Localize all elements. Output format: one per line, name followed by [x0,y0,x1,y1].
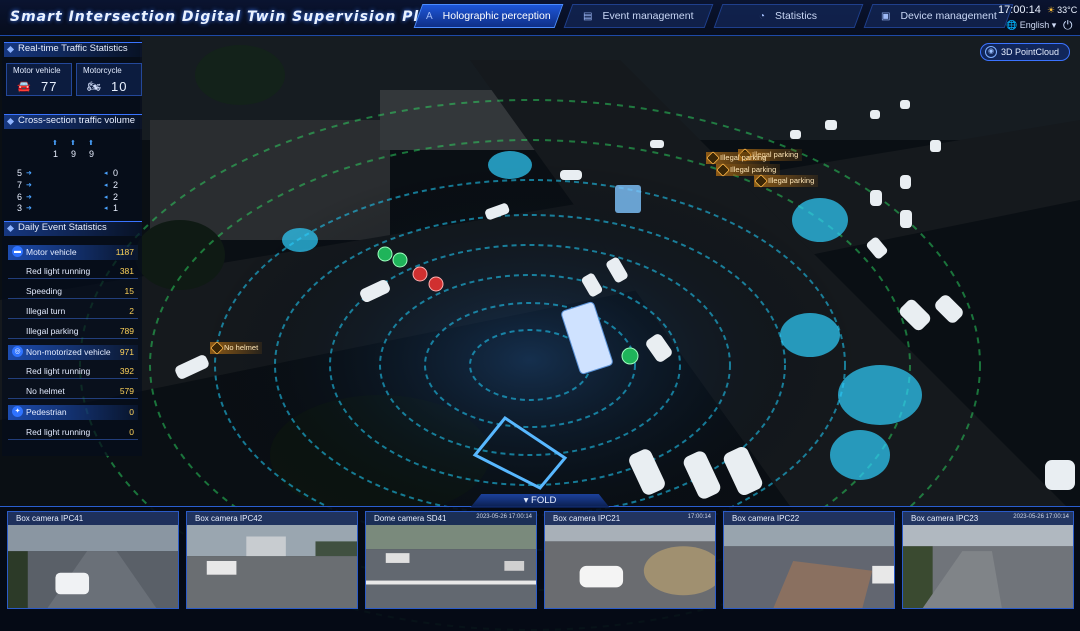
motor-vehicle-count: 77 [41,79,58,94]
arrow-icon: ⬆ [88,140,94,147]
motorcycle-count: 10 [111,79,128,94]
volume-right-4: 1 [113,203,119,213]
camera-timestamp: 2023-05-26 17:00:14 [1013,514,1069,520]
car-icon: 🚘 [17,81,31,93]
arrow-icon: ⬆ [70,140,76,147]
camera-feed-ipc41[interactable]: Box camera IPC41 [7,511,179,609]
event-category-motor-vehicle[interactable]: ▬ Motor vehicle 1187 [8,245,138,260]
arrow-icon: ◂ [104,205,108,212]
pedestrian-icon: ✦ [12,406,23,417]
camera-feed-ipc21[interactable]: Box camera IPC21 17:00:14 [544,511,716,609]
camera-feed-ipc23[interactable]: Box camera IPC23 2023-05-26 17:00:14 [902,511,1074,609]
motor-vehicle-card: Motor vehicle 🚘 77 [6,63,72,96]
device-icon: ▣ [880,11,891,22]
camera-image [545,512,715,608]
arrow-icon: ➜ [26,205,32,212]
volume-top-3: 9 [89,149,95,159]
daily-events-title: Daily Event Statistics [4,221,142,236]
motorcycle-icon: 🏍 [87,81,101,93]
volume-right-1: 0 [113,168,119,178]
volume-right-2: 2 [113,180,119,190]
tab-holographic-perception[interactable]: A Holographic perception [413,4,564,28]
camera-image [724,512,894,608]
main-nav: A Holographic perception ▤ Event managemen… [413,4,1018,30]
event-row[interactable]: Speeding 15 [8,284,138,299]
chevron-down-icon: ▾ [1051,20,1057,30]
event-row[interactable]: Illegal turn 2 [8,304,138,319]
camera-image [187,512,357,608]
pie-chart-icon: ◔ [759,11,766,22]
motorcycle-card: Motorcycle 🏍 10 [76,63,142,96]
tab-event-management[interactable]: ▤ Event management [563,4,714,28]
volume-left-3: 6 [17,192,23,202]
chevron-down-icon: ▾ [523,495,529,506]
arrow-icon: ◂ [104,194,108,201]
pointcloud-icon: ◉ [985,46,997,58]
top-bar: Smart Intersection Digital Twin Supervis… [0,0,1080,36]
tab-device-management[interactable]: ▣ Device management [863,4,1014,28]
arrow-icon: ◂ [104,182,108,189]
fold-button[interactable]: ▾ FOLD [470,494,610,508]
hologram-icon: A [426,11,433,22]
sun-icon: ☀ [1047,5,1056,15]
camera-feed-sd41[interactable]: Dome camera SD41 2023-05-26 17:00:14 [365,511,537,609]
app-title: Smart Intersection Digital Twin Supervis… [10,9,479,25]
illegal-parking-alert[interactable]: Illegal parking [706,152,771,164]
event-row[interactable]: No helmet 579 [8,384,138,399]
event-list-icon: ▤ [583,11,593,22]
language-selector[interactable]: 🌐 English ▾ [1006,20,1056,31]
bicycle-icon: ◎ [12,346,23,357]
volume-left-1: 5 [17,168,23,178]
event-category-non-motorized[interactable]: ◎ Non-motorized vehicle 971 [8,345,138,360]
event-row[interactable]: Red light running 381 [8,264,138,279]
clock: 17:00:14 [998,4,1041,16]
camera-timestamp: 2023-05-26 17:00:14 [476,514,532,520]
event-category-pedestrian[interactable]: ✦ Pedestrian 0 [8,405,138,420]
camera-image [903,512,1073,608]
camera-timestamp: 17:00:14 [687,514,711,520]
volume-left-4: 3 [17,203,23,213]
camera-feed-ipc42[interactable]: Box camera IPC42 [186,511,358,609]
tab-statistics[interactable]: ◔ Statistics [713,4,864,28]
event-row[interactable]: Red light running 392 [8,364,138,379]
arrow-icon: ◂ [104,170,108,177]
event-row[interactable]: Illegal parking 789 [8,324,138,339]
arrow-icon: ⬆ [52,140,58,147]
camera-image [366,512,536,608]
arrow-icon: ➜ [26,182,32,189]
globe-icon: 🌐 [1006,20,1018,30]
pointcloud-button[interactable]: ◉ 3D PointCloud [980,43,1070,61]
car-icon: ▬ [12,246,23,257]
weather: ☀ 33°C [1047,5,1078,15]
volume-top-2: 9 [71,149,77,159]
cross-section-title: Cross-section traffic volume [4,114,142,129]
power-icon[interactable]: ⏻ [1063,18,1077,32]
volume-left-2: 7 [17,180,23,190]
realtime-stats-title: Real-time Traffic Statistics [4,42,142,57]
volume-right-3: 2 [113,192,119,202]
camera-image [8,512,178,608]
event-row[interactable]: Red light running 0 [8,425,138,440]
arrow-icon: ➜ [26,194,32,201]
no-helmet-alert[interactable]: No helmet [210,342,263,354]
illegal-parking-alert[interactable]: Illegal parking [754,175,819,187]
camera-feed-ipc22[interactable]: Box camera IPC22 [723,511,895,609]
arrow-icon: ➜ [26,170,32,177]
volume-top-1: 1 [53,149,59,159]
